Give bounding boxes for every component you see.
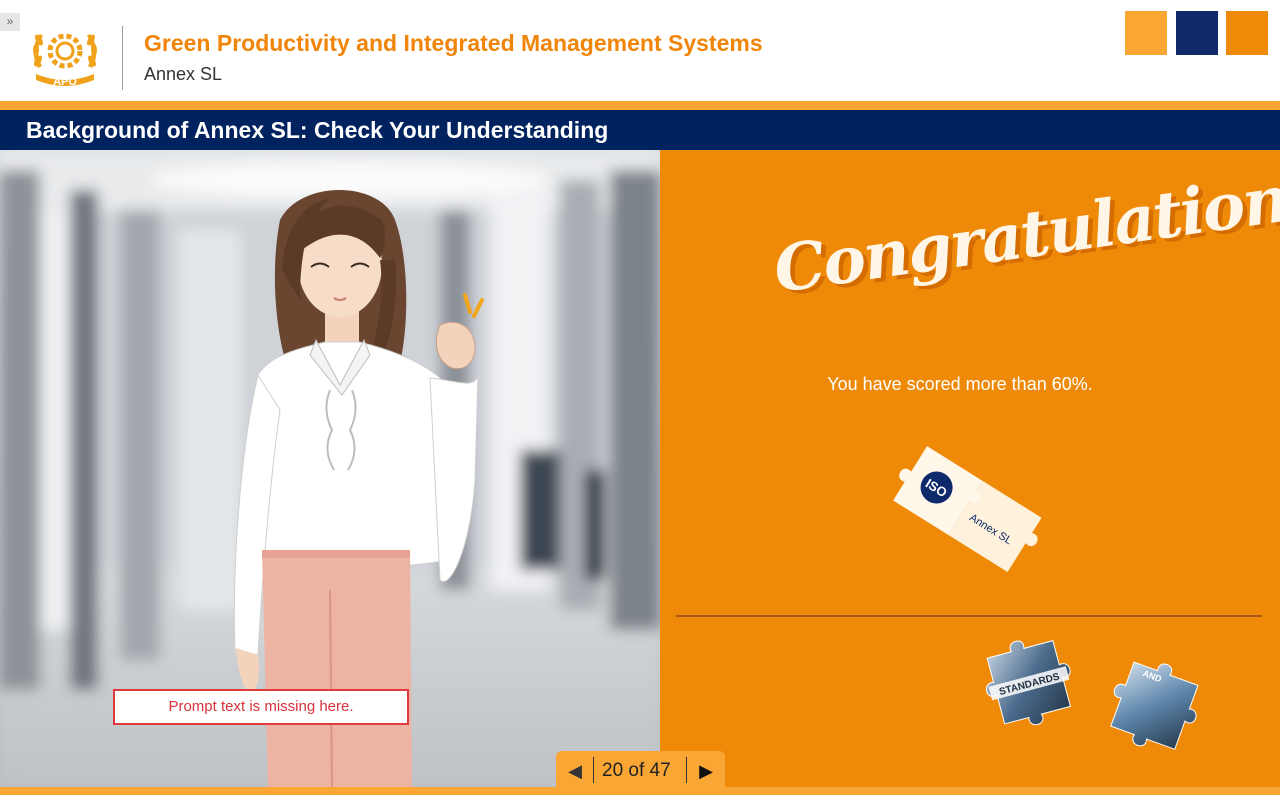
slide-title-bar: Background of Annex SL: Check Your Under… <box>0 110 1280 150</box>
course-subtitle: Annex SL <box>144 64 223 84</box>
logo-text: APO <box>53 76 77 88</box>
slide-navigation: ◀ 20 of 47 ▶ <box>556 751 725 789</box>
result-divider <box>676 615 1262 617</box>
iso-annex-puzzle-image: ISO Annex SL <box>893 446 1042 572</box>
score-message: You have scored more than 60%. <box>827 374 1093 394</box>
nav-separator <box>686 757 687 783</box>
course-title: Green Productivity and Integrated Manage… <box>144 30 763 56</box>
standards-puzzle-piece: STANDARDS <box>985 640 1072 726</box>
decorative-square-light-orange <box>1125 11 1167 55</box>
and-puzzle-piece: AND <box>1110 661 1199 750</box>
nav-separator <box>593 757 594 783</box>
prompt-text-box: Prompt text is missing here. <box>113 689 409 725</box>
decorative-square-navy <box>1176 11 1218 55</box>
slide-counter: 20 of 47 <box>602 760 671 781</box>
expand-menu-button[interactable]: » <box>0 13 20 31</box>
slide-title: Background of Annex SL: Check Your Under… <box>26 117 609 143</box>
decorative-square-orange <box>1226 11 1268 55</box>
next-slide-button[interactable]: ▶ <box>697 761 715 781</box>
apo-logo: APO <box>33 33 97 88</box>
header-divider <box>122 26 123 90</box>
previous-slide-button[interactable]: ◀ <box>566 761 584 781</box>
header-orange-rule <box>0 101 1280 110</box>
